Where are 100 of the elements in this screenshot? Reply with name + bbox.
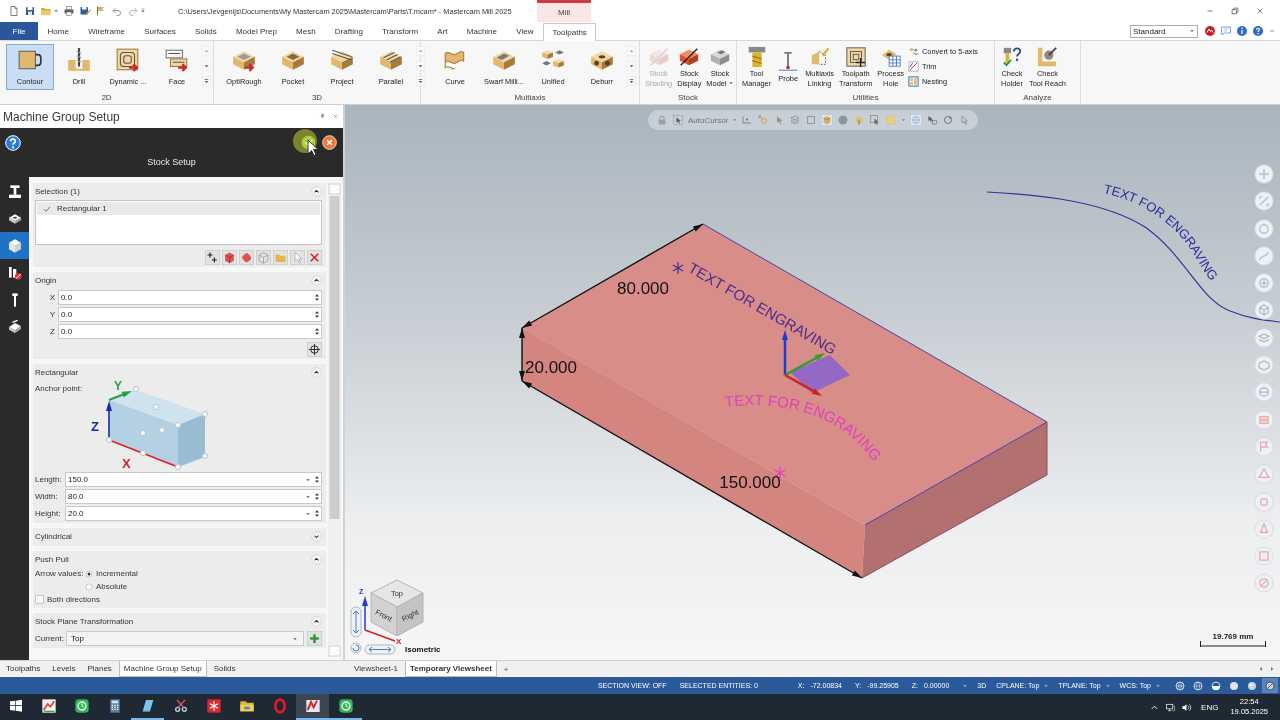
panel-tab[interactable]: Machine Group Setup bbox=[118, 661, 207, 677]
collapse-icon[interactable] bbox=[311, 186, 322, 197]
scroll-right-icon[interactable] bbox=[1268, 665, 1276, 673]
gallery-more-icon[interactable] bbox=[627, 74, 636, 88]
undo-icon[interactable] bbox=[111, 5, 123, 17]
gallery-more-icon[interactable] bbox=[416, 74, 425, 88]
ribbon-tab[interactable]: Toolpaths bbox=[543, 23, 597, 41]
selection-frame-icon[interactable] bbox=[671, 114, 684, 126]
anchor-point[interactable] bbox=[139, 449, 147, 457]
ribbon-tab[interactable]: Solids bbox=[185, 22, 227, 40]
customize-caret-icon[interactable] bbox=[140, 7, 146, 15]
spinner-icon[interactable] bbox=[314, 327, 320, 336]
close-icon[interactable] bbox=[332, 113, 339, 120]
close-icon[interactable] bbox=[1255, 6, 1265, 16]
ribbon-tab[interactable]: View bbox=[506, 22, 543, 40]
ribbon-tab[interactable]: Surfaces bbox=[134, 22, 186, 40]
spinner-icon[interactable] bbox=[314, 509, 320, 518]
plane-dropdown[interactable]: Top bbox=[66, 631, 304, 646]
radio-option[interactable]: Incremental bbox=[85, 569, 138, 578]
comment-icon[interactable] bbox=[1220, 25, 1232, 37]
panel-tab[interactable]: Toolpaths bbox=[1, 661, 46, 677]
scroll-down-icon[interactable] bbox=[202, 59, 211, 73]
rotate-icon[interactable] bbox=[350, 642, 362, 654]
number-field[interactable]: 0.0 bbox=[58, 290, 322, 305]
caret-down-icon[interactable] bbox=[305, 510, 311, 517]
ribbon-tab[interactable]: Mesh bbox=[286, 22, 326, 40]
pan-vertical-icon[interactable] bbox=[350, 606, 362, 638]
rotate-icon[interactable] bbox=[942, 114, 954, 126]
taskbar-button[interactable] bbox=[296, 694, 329, 720]
scroll-down-icon[interactable] bbox=[627, 59, 636, 73]
spinner-icon[interactable] bbox=[314, 475, 320, 484]
crosshair-icon[interactable] bbox=[307, 342, 322, 357]
number-field[interactable]: 80.0 bbox=[65, 489, 322, 504]
spinner-icon[interactable] bbox=[314, 492, 320, 501]
panel-tab[interactable]: Planes bbox=[82, 661, 117, 677]
collapse-icon[interactable] bbox=[311, 367, 322, 378]
caret-down-icon[interactable] bbox=[901, 117, 907, 123]
flag-icon[interactable] bbox=[95, 5, 107, 17]
save-icon[interactable] bbox=[24, 5, 36, 17]
network-icon[interactable] bbox=[1165, 701, 1177, 713]
ribbon-tab[interactable]: Transform bbox=[372, 22, 428, 40]
collapse-icon[interactable] bbox=[311, 554, 322, 565]
pan-horizontal-icon[interactable] bbox=[364, 644, 396, 655]
language-indicator[interactable]: ENG bbox=[1201, 702, 1219, 712]
select-box-icon[interactable] bbox=[926, 114, 938, 126]
display-mode-button[interactable] bbox=[1208, 678, 1224, 693]
checkbox-option[interactable]: Both directions bbox=[35, 595, 100, 604]
spinner-icon[interactable] bbox=[314, 293, 320, 302]
caret-down-icon[interactable] bbox=[1104, 682, 1111, 689]
selection-row[interactable]: Rectangular 1 bbox=[37, 202, 320, 215]
file-tab[interactable]: File bbox=[0, 22, 38, 40]
ribbon-tab[interactable]: Wireframe bbox=[78, 22, 135, 40]
collapse-icon[interactable] bbox=[311, 275, 322, 286]
new-file-icon[interactable] bbox=[8, 5, 20, 17]
radio-option[interactable]: Absolute bbox=[85, 582, 128, 591]
add-viewsheet-button[interactable]: + bbox=[498, 661, 514, 677]
number-field[interactable]: 0.0 bbox=[58, 324, 322, 339]
ribbon-tab[interactable]: Art bbox=[427, 22, 458, 40]
ribbon-tab[interactable]: Machine bbox=[457, 22, 507, 40]
cancel-icon[interactable] bbox=[322, 135, 337, 150]
caret-down-icon[interactable] bbox=[305, 493, 311, 500]
number-field[interactable]: 150.0 bbox=[65, 472, 322, 487]
panel-tab[interactable]: Solids bbox=[208, 661, 241, 677]
ribbon-tab[interactable]: Drafting bbox=[325, 22, 373, 40]
save-as-icon[interactable] bbox=[79, 5, 91, 17]
ribbon-tab[interactable]: Home bbox=[38, 22, 79, 40]
caret-down-icon[interactable] bbox=[53, 7, 59, 15]
anchor-point[interactable] bbox=[105, 436, 113, 444]
display-mode-button[interactable] bbox=[1262, 678, 1278, 693]
number-field[interactable]: 20.0 bbox=[65, 506, 322, 521]
print-icon[interactable] bbox=[63, 5, 75, 17]
collapse-ribbon-icon[interactable] bbox=[1268, 27, 1276, 35]
box-stock-icon[interactable] bbox=[222, 250, 237, 265]
solid-cube-icon[interactable] bbox=[821, 114, 834, 126]
cube-icon[interactable] bbox=[1254, 300, 1274, 321]
display-mode-button[interactable] bbox=[1172, 678, 1188, 693]
scroll-down-icon[interactable] bbox=[416, 59, 425, 73]
collapse-icon[interactable] bbox=[311, 616, 322, 627]
expand-icon[interactable] bbox=[311, 531, 322, 542]
panel-tab[interactable]: Levels bbox=[47, 661, 81, 677]
ribbon-tab[interactable]: Model Prep bbox=[226, 22, 287, 40]
add-plus-icon[interactable] bbox=[205, 250, 220, 265]
caret-down-icon[interactable] bbox=[732, 117, 738, 123]
dotted-square-icon[interactable] bbox=[885, 114, 898, 126]
gallery-more-icon[interactable] bbox=[202, 74, 211, 88]
scroll-left-icon[interactable] bbox=[1257, 665, 1265, 673]
caret-down-icon[interactable] bbox=[1155, 682, 1161, 689]
info-icon[interactable] bbox=[1236, 25, 1248, 37]
help-icon[interactable] bbox=[5, 134, 21, 151]
delete-icon[interactable] bbox=[307, 250, 322, 265]
round-logo-icon[interactable] bbox=[1204, 25, 1216, 37]
spinner-icon[interactable] bbox=[314, 310, 320, 319]
viewsheet-tab[interactable]: Temporary Viewsheet bbox=[404, 661, 497, 677]
pin-icon[interactable] bbox=[319, 113, 326, 120]
caret-down-icon[interactable] bbox=[1043, 682, 1050, 689]
flag-marker-icon[interactable] bbox=[1254, 436, 1274, 457]
cylinder-stock-icon[interactable] bbox=[239, 250, 254, 265]
caret-down-icon[interactable] bbox=[962, 682, 969, 689]
scrollbar[interactable] bbox=[328, 183, 341, 657]
viewsheet-tab[interactable]: Viewsheet-1 bbox=[349, 661, 403, 677]
